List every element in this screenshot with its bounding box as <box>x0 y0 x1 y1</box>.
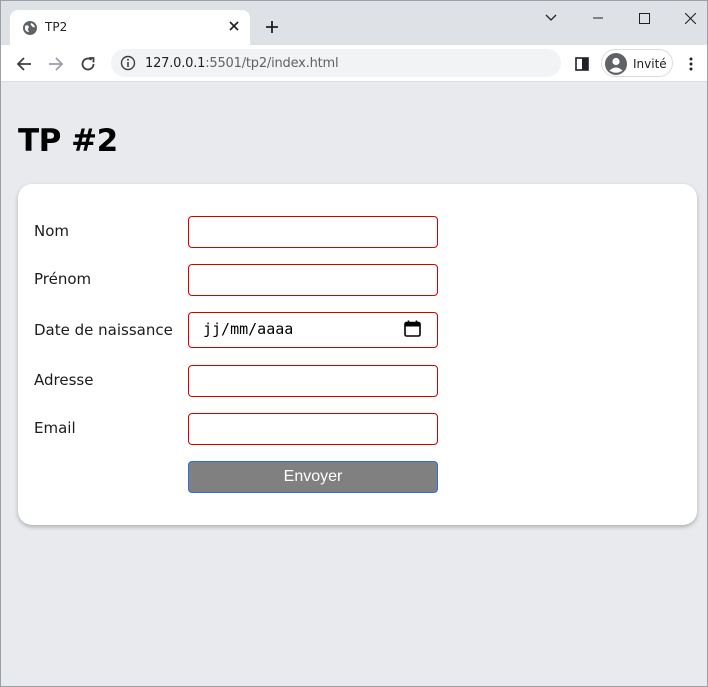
submit-button[interactable]: Envoyer <box>188 461 438 493</box>
minimize-icon <box>593 17 603 19</box>
form-card: Nom Prénom Date de naissance jj/mm/aaaa … <box>18 184 697 525</box>
url-path: :5501/tp2/index.html <box>205 56 339 71</box>
maximize-button[interactable] <box>630 7 658 29</box>
profile-label: Invité <box>633 57 667 71</box>
reload-icon <box>81 57 95 71</box>
menu-button[interactable] <box>678 51 704 77</box>
calendar-icon[interactable] <box>404 320 421 337</box>
date-label: Date de naissance <box>34 321 173 339</box>
back-button[interactable] <box>11 51 37 77</box>
date-input[interactable]: jj/mm/aaaa <box>188 312 438 348</box>
browser-toolbar: 127.0.0.1:5501/tp2/index.html Invité <box>1 45 707 82</box>
address-bar[interactable]: 127.0.0.1:5501/tp2/index.html <box>111 49 561 77</box>
tab-strip: TP2 <box>1 1 707 45</box>
globe-icon <box>23 21 37 35</box>
url-text: 127.0.0.1:5501/tp2/index.html <box>145 56 339 71</box>
kebab-menu-icon <box>689 57 693 71</box>
new-tab-button[interactable] <box>260 15 284 39</box>
chevron-down-icon <box>545 14 557 21</box>
profile-avatar-icon <box>605 53 627 75</box>
nom-input[interactable] <box>188 216 438 248</box>
side-panel-icon <box>575 57 589 71</box>
url-host: 127.0.0.1 <box>145 56 206 71</box>
tab-title: TP2 <box>45 20 68 34</box>
window-close-icon <box>684 12 696 24</box>
date-placeholder: jj/mm/aaaa <box>203 320 294 338</box>
prenom-input[interactable] <box>188 264 438 296</box>
reload-button[interactable] <box>75 51 101 77</box>
adresse-label: Adresse <box>34 371 94 389</box>
page-title: TP #2 <box>18 123 118 159</box>
tab-search-button[interactable] <box>537 7 565 29</box>
page-content: TP #2 Nom Prénom Date de naissance jj/mm… <box>1 83 707 686</box>
info-icon[interactable] <box>120 55 136 71</box>
profile-button[interactable]: Invité <box>601 49 673 77</box>
nom-label: Nom <box>34 222 70 240</box>
maximize-icon <box>638 12 650 24</box>
plus-icon <box>266 21 278 33</box>
back-arrow-icon <box>16 57 31 71</box>
forward-arrow-icon <box>49 57 64 71</box>
window-close-button[interactable] <box>676 7 704 29</box>
email-input[interactable] <box>188 413 438 445</box>
browser-window: TP2 127.0.0.1:5501/tp2/index.html Invité… <box>0 0 708 687</box>
minimize-button[interactable] <box>584 7 612 29</box>
adresse-input[interactable] <box>188 365 438 397</box>
forward-button[interactable] <box>43 51 69 77</box>
email-label: Email <box>34 419 76 437</box>
active-tab[interactable]: TP2 <box>10 10 250 45</box>
close-icon[interactable] <box>226 19 242 35</box>
side-panel-button[interactable] <box>569 51 595 77</box>
prenom-label: Prénom <box>34 270 92 288</box>
